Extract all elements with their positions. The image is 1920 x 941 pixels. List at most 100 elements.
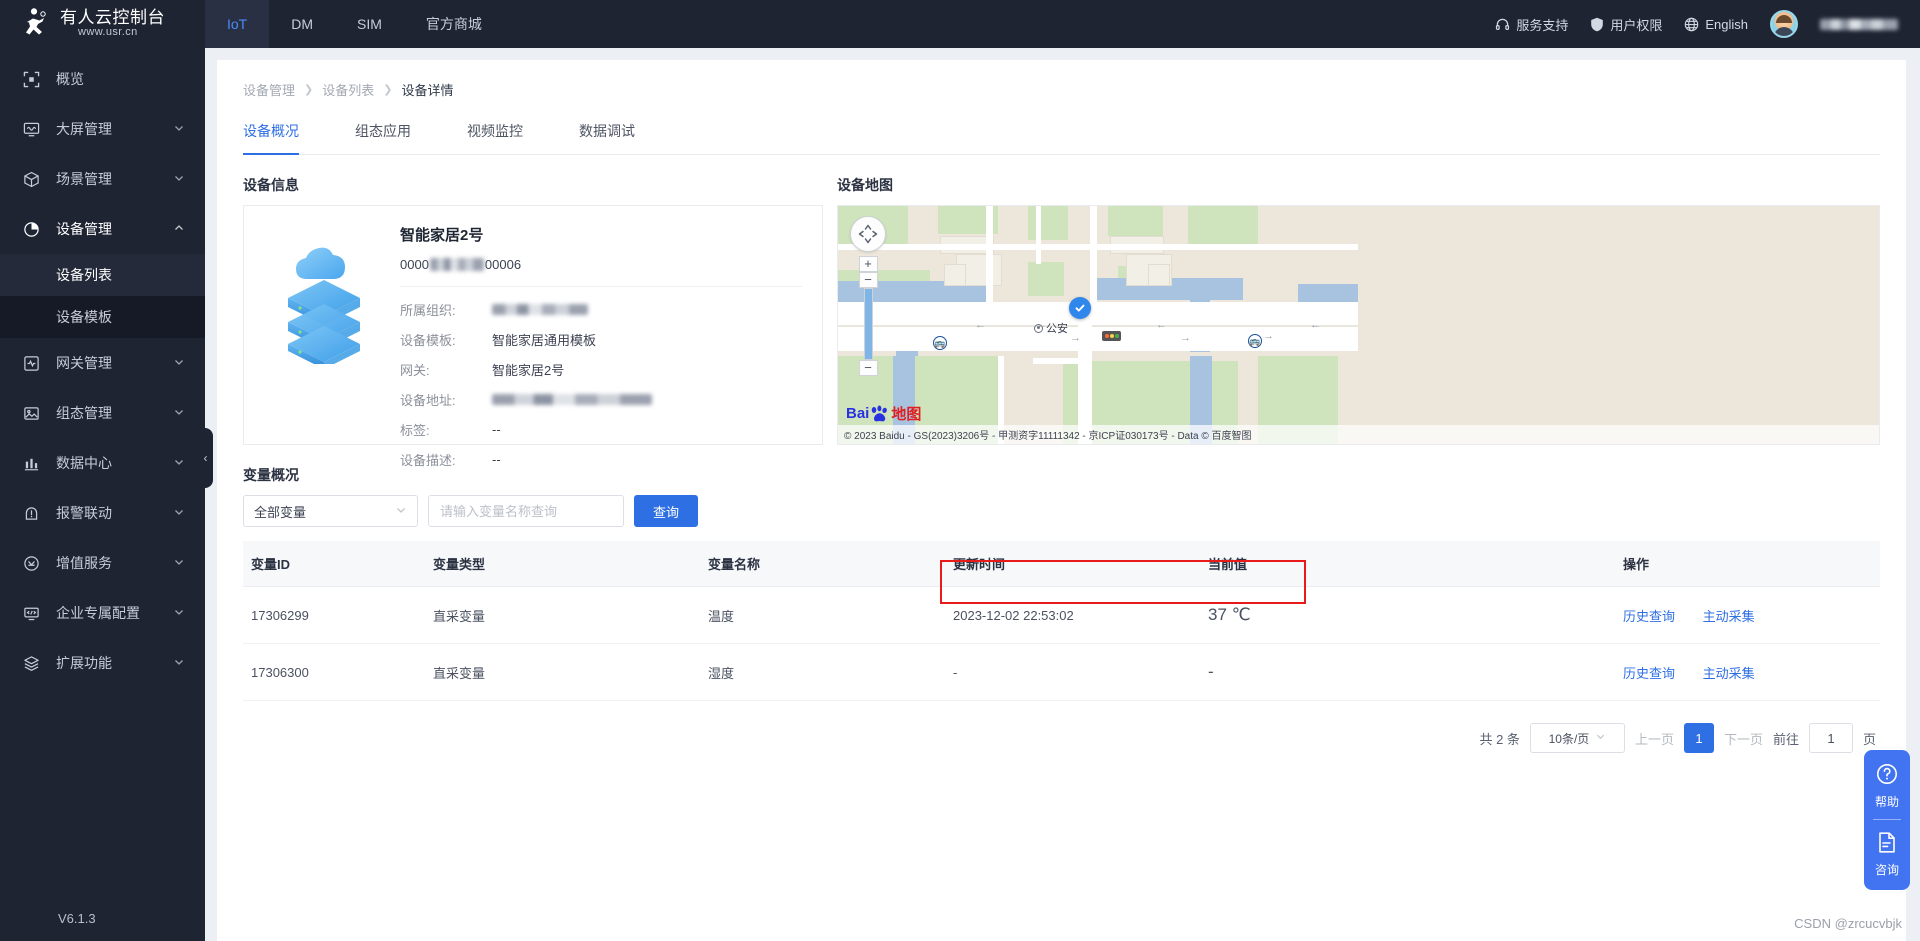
code-screen-icon <box>20 605 42 622</box>
float-help-widget[interactable]: 帮助 咨询 <box>1864 750 1910 890</box>
sidebar-item-extensions[interactable]: 扩展功能 <box>0 638 205 688</box>
breadcrumb-item-device-list[interactable]: 设备列表 <box>322 80 374 99</box>
map-zoom-in-button[interactable]: + <box>858 256 878 272</box>
sidebar-item-label: 企业专属配置 <box>56 605 140 621</box>
next-page-button[interactable]: 下一页 <box>1724 729 1763 748</box>
brand-logo-area[interactable]: 有人云控制台 www.usr.cn <box>0 8 205 40</box>
chevron-down-icon <box>1595 731 1606 745</box>
tab-device-overview[interactable]: 设备概况 <box>243 111 299 155</box>
sidebar: 概览 大屏管理 场景管理 设备管理 设备列表 设备模板 网关管理 组态管理 数据… <box>0 48 205 941</box>
map-zoom-out-button[interactable]: − <box>858 360 878 376</box>
device-location-marker[interactable] <box>1069 297 1091 319</box>
prev-page-button[interactable]: 上一页 <box>1635 729 1674 748</box>
sidebar-subitem-device-list[interactable]: 设备列表 <box>0 254 205 296</box>
info-row-description: 设备描述: -- <box>400 450 802 469</box>
sidebar-subitem-device-template[interactable]: 设备模板 <box>0 296 205 338</box>
globe-icon <box>1684 17 1699 32</box>
history-query-link[interactable]: 历史查询 <box>1623 609 1675 624</box>
device-info-column: 设备信息 智能家居2号 0000 00006 所属组织: 设备模板: 智能家居通… <box>243 155 823 468</box>
user-permission-button[interactable]: 用户权限 <box>1590 15 1662 34</box>
top-nav-item-dm[interactable]: DM <box>269 0 335 48</box>
breadcrumb-separator: ❯ <box>383 84 393 96</box>
cell-variable-type: 直采变量 <box>433 643 708 701</box>
variable-type-select[interactable]: 全部变量 <box>243 495 418 527</box>
page-number-1[interactable]: 1 <box>1683 723 1714 753</box>
active-collect-link[interactable]: 主动采集 <box>1703 609 1755 624</box>
tab-video-monitor[interactable]: 视频监控 <box>467 111 523 154</box>
help-button[interactable]: 帮助 <box>1864 758 1910 812</box>
road-direction-arrow: ← <box>1036 319 1047 331</box>
breadcrumb-item-device-management[interactable]: 设备管理 <box>243 80 295 99</box>
sidebar-item-label: 数据中心 <box>56 455 112 471</box>
chevron-down-icon <box>173 555 185 571</box>
info-row-tag: 标签: -- <box>400 420 802 439</box>
value-add-icon <box>20 555 42 572</box>
cell-variable-type: 直采变量 <box>433 586 708 644</box>
history-query-link[interactable]: 历史查询 <box>1623 666 1675 681</box>
top-nav-item-iot[interactable]: IoT <box>205 0 270 48</box>
device-map[interactable]: + − − 公安 🚌 🚌 ← ← ← ← → → → Bai 地图 © 2023… <box>837 205 1880 445</box>
cell-variable-name: 温度 <box>708 586 953 644</box>
cell-variable-id: 17306300 <box>243 643 433 701</box>
language-label: English <box>1705 16 1748 32</box>
chevron-down-icon <box>173 605 185 621</box>
sidebar-item-label: 增值服务 <box>56 555 112 571</box>
csdn-watermark: CSDN @zrcucvbjk <box>1794 916 1902 931</box>
sidebar-item-screen[interactable]: 大屏管理 <box>0 104 205 154</box>
device-info-body: 智能家居2号 0000 00006 所属组织: 设备模板: 智能家居通用模板 网… <box>400 224 802 468</box>
variable-type-select-value: 全部变量 <box>254 504 307 520</box>
page-size-select[interactable]: 10条/页 <box>1529 723 1625 753</box>
service-support-button[interactable]: 服务支持 <box>1495 15 1568 34</box>
sidebar-item-label: 概览 <box>56 71 84 87</box>
language-switch-button[interactable]: English <box>1684 17 1748 32</box>
breadcrumb: 设备管理 ❯ 设备列表 ❯ 设备详情 <box>243 60 1880 111</box>
table-row[interactable]: 17306299 直采变量 温度 2023-12-02 22:53:02 37 … <box>243 586 1880 644</box>
sidebar-item-label: 大屏管理 <box>56 121 112 137</box>
variable-search-input[interactable] <box>428 495 624 527</box>
sidebar-collapse-handle[interactable]: ‹ <box>198 428 213 488</box>
device-info-title: 设备信息 <box>243 177 299 193</box>
sidebar-item-value-added[interactable]: 增值服务 <box>0 538 205 588</box>
sidebar-item-alarm[interactable]: 报警联动 <box>0 488 205 538</box>
road-direction-arrow: ← <box>1310 319 1321 331</box>
top-right-actions: 服务支持 用户权限 English <box>1495 10 1920 38</box>
address-masked <box>492 394 652 405</box>
sidebar-item-overview[interactable]: 概览 <box>0 54 205 104</box>
top-nav-item-sim[interactable]: SIM <box>335 0 404 48</box>
sidebar-item-label: 报警联动 <box>56 505 112 521</box>
active-collect-link[interactable]: 主动采集 <box>1703 666 1755 681</box>
map-copyright: © 2023 Baidu - GS(2023)3206号 - 甲测资字11111… <box>838 425 1879 444</box>
breadcrumb-separator: ❯ <box>304 84 314 96</box>
sidebar-item-device-management[interactable]: 设备管理 <box>0 204 205 254</box>
chevron-down-icon <box>173 355 185 371</box>
sidebar-item-configuration[interactable]: 组态管理 <box>0 388 205 438</box>
sidebar-item-scene[interactable]: 场景管理 <box>0 154 205 204</box>
brand-subtitle: www.usr.cn <box>78 26 138 39</box>
avatar[interactable] <box>1770 10 1798 38</box>
sidebar-item-data-center[interactable]: 数据中心 <box>0 438 205 488</box>
jump-suffix-label: 页 <box>1862 731 1876 747</box>
variables-table-head: 变量ID 变量类型 变量名称 更新时间 当前值 操作 <box>243 541 1880 587</box>
traffic-light-icon <box>1102 331 1121 341</box>
cell-update-time: - <box>953 643 1208 701</box>
tab-data-debug[interactable]: 数据调试 <box>579 111 635 154</box>
map-zoom-control: + − − <box>858 256 878 376</box>
consult-button[interactable]: 咨询 <box>1864 827 1910 880</box>
jump-page-input[interactable] <box>1808 723 1853 753</box>
query-button[interactable]: 查询 <box>634 495 699 527</box>
tab-configuration-app[interactable]: 组态应用 <box>355 111 411 154</box>
map-zoom-level-button[interactable]: − <box>858 272 878 288</box>
organization-masked <box>492 304 588 315</box>
bus-station-icon: 🚌 <box>1248 334 1262 348</box>
info-row-gateway: 网关: 智能家居2号 <box>400 360 802 379</box>
top-nav-item-shop[interactable]: 官方商城 <box>404 0 504 48</box>
version-label: V6.1.3 <box>58 910 96 926</box>
map-zoom-slider[interactable] <box>863 288 873 360</box>
document-icon <box>1876 832 1898 858</box>
sidebar-item-enterprise-config[interactable]: 企业专属配置 <box>0 588 205 638</box>
device-map-column: 设备地图 + − − 公安 🚌 🚌 ← ← ← ← → → → Bai 地图 ©… <box>837 155 1880 445</box>
cell-update-time: 2023-12-02 22:53:02 <box>953 586 1208 644</box>
sidebar-item-gateway[interactable]: 网关管理 <box>0 338 205 388</box>
table-row[interactable]: 17306300 直采变量 湿度 - - 历史查询 主动采集 <box>243 643 1880 701</box>
map-pan-control[interactable] <box>850 216 886 252</box>
